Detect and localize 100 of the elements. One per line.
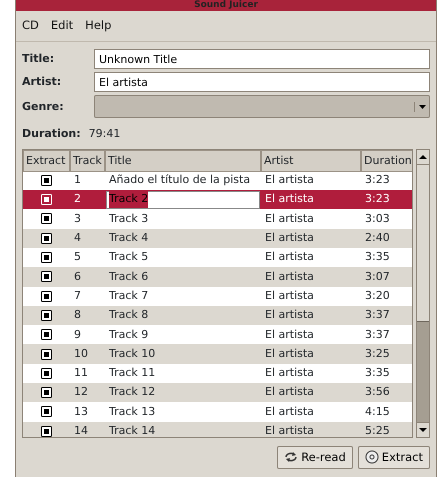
table-cell-text: 2:40 [364, 230, 391, 246]
table-cell-text: 1 [73, 172, 82, 188]
table-cell-text: 4:15 [364, 404, 391, 420]
table-cell-text: Track 5 [108, 249, 150, 266]
table-row[interactable]: 7 Track 7 El artista 3:20 [23, 286, 412, 306]
table-cell-text: Track 12 [108, 384, 156, 400]
table-cell-text: 10 [73, 346, 89, 362]
menu-item[interactable]: CD [22, 17, 39, 34]
scroll-up-icon[interactable] [419, 154, 427, 160]
table-cell-text: 7 [73, 288, 82, 304]
table-cell-text: Track 10 [108, 346, 156, 362]
table-cell-text: Track 14 [108, 423, 156, 437]
table-cell-text: 5 [73, 249, 82, 266]
checkbox[interactable] [41, 271, 52, 282]
table-cell-text: El artista [264, 365, 315, 382]
checkbox[interactable] [41, 406, 52, 418]
table-row[interactable]: 6 Track 6 El artista 3:07 [23, 267, 412, 287]
field-label: Artist: [22, 74, 62, 90]
table-cell-text: El artista [264, 307, 315, 324]
table-cell-text: 14 [73, 423, 89, 437]
table-row[interactable]: 4 Track 4 El artista 2:40 [23, 228, 412, 248]
column-header[interactable]: Artist [261, 150, 361, 172]
column-header[interactable]: Duration [361, 150, 412, 172]
column-header[interactable]: Extract [23, 150, 70, 172]
table-row[interactable]: 3 Track 3 El artista 3:03 [23, 209, 412, 229]
table-cell-text: El artista [264, 191, 315, 208]
table-cell-text: 3:35 [364, 365, 391, 382]
reread-button[interactable]: Re-read [277, 446, 353, 469]
checkbox[interactable] [41, 348, 52, 360]
field-label: Title: [22, 51, 56, 67]
table-cell-text: 3:37 [364, 307, 391, 324]
table-cell-text: 3 [73, 210, 82, 227]
table-row[interactable]: 9 Track 9 El artista 3:37 [23, 325, 412, 344]
table-cell-text: Track 8 [108, 307, 150, 324]
table-row[interactable]: 10 Track 10 El artista 3:25 [23, 344, 412, 364]
text-field[interactable]: Unknown Title [94, 49, 430, 70]
checkbox[interactable] [41, 426, 52, 437]
genre-dropdown[interactable] [94, 95, 430, 118]
checkbox[interactable] [41, 252, 52, 264]
field-label: Genre: [22, 98, 65, 114]
checkbox[interactable] [41, 387, 52, 398]
table-cell-text: 3:56 [364, 384, 391, 400]
extract-button[interactable]: Extract [358, 446, 430, 469]
table-cell-text: El artista [264, 288, 315, 304]
column-header[interactable]: Track [70, 150, 105, 172]
table-cell-text: 3:20 [364, 288, 391, 304]
table-cell-text: Track 7 [108, 288, 150, 304]
dropdown-arrow-icon [414, 102, 426, 112]
table-cell-text: Track 13 [108, 404, 156, 420]
checkbox[interactable] [41, 174, 52, 186]
table-cell-text: 8 [73, 307, 82, 324]
duration-value: 79:41 [88, 126, 120, 142]
table-row[interactable]: 11 Track 11 El artista 3:35 [23, 364, 412, 384]
scrollbar[interactable] [416, 148, 430, 438]
table-cell-text: Track 3 [108, 210, 150, 227]
table-cell-text: El artista [264, 404, 315, 420]
menu-item[interactable]: Edit [50, 17, 74, 34]
table-row[interactable]: 5 Track 5 El artista 3:35 [23, 248, 412, 268]
checkbox[interactable] [41, 368, 52, 379]
table-cell-text: Track 6 [108, 268, 150, 285]
table-cell-text: El artista [264, 210, 315, 227]
table-row[interactable]: 12 Track 12 El artista 3:56 [23, 383, 412, 402]
table-cell-text: El artista [264, 172, 315, 188]
table-cell-text: 13 [73, 404, 89, 420]
table-cell-text: El artista [264, 249, 315, 266]
table-row[interactable]: 8 Track 8 El artista 3:37 [23, 306, 412, 326]
table-cell-text: Track 9 [108, 326, 150, 343]
menu-item[interactable]: Help [85, 17, 112, 34]
table-cell-text: 12 [73, 384, 89, 400]
table-cell-text: 3:03 [364, 210, 391, 227]
column-header[interactable]: Title [105, 150, 261, 172]
table-cell-text: 3:35 [364, 249, 391, 266]
checkbox[interactable] [41, 290, 52, 302]
table-cell-text: El artista [264, 384, 315, 400]
table-cell-text: El artista [264, 423, 315, 437]
table-cell-text: Track 4 [108, 230, 150, 246]
table-cell-text: El artista [264, 268, 315, 285]
table-cell-text: 3:23 [364, 172, 391, 188]
duration-label: Duration: [22, 126, 81, 142]
checkbox[interactable] [41, 232, 52, 244]
checkbox[interactable] [41, 310, 52, 321]
table-cell-text: 4 [73, 230, 82, 246]
table-cell-text: 3:25 [364, 346, 391, 362]
table-cell-text: 2 [73, 191, 82, 208]
table-cell-text: 3:07 [364, 268, 391, 285]
table-row[interactable]: 14 Track 14 El artista 5:25 [23, 422, 412, 437]
table-cell-text: Track 11 [108, 365, 156, 382]
checkbox[interactable] [41, 329, 52, 340]
text-field[interactable]: El artista [94, 72, 430, 92]
table-row[interactable]: 13 Track 13 El artista 4:15 [23, 402, 412, 422]
checkbox[interactable] [41, 213, 52, 224]
table-cell-text: El artista [264, 346, 315, 362]
table-row[interactable]: 1 Añado el título de la pista El artista 3:23 [23, 170, 412, 190]
window-title: Sound Juicer [16, 0, 436, 11]
disc-icon [364, 450, 379, 464]
refresh-icon [284, 451, 298, 464]
table-cell-text: Añado el título de la pista [108, 172, 252, 188]
table-cell-text: 5:25 [364, 423, 391, 437]
scroll-down-icon[interactable] [419, 426, 427, 433]
table-cell-text: El artista [264, 326, 315, 343]
